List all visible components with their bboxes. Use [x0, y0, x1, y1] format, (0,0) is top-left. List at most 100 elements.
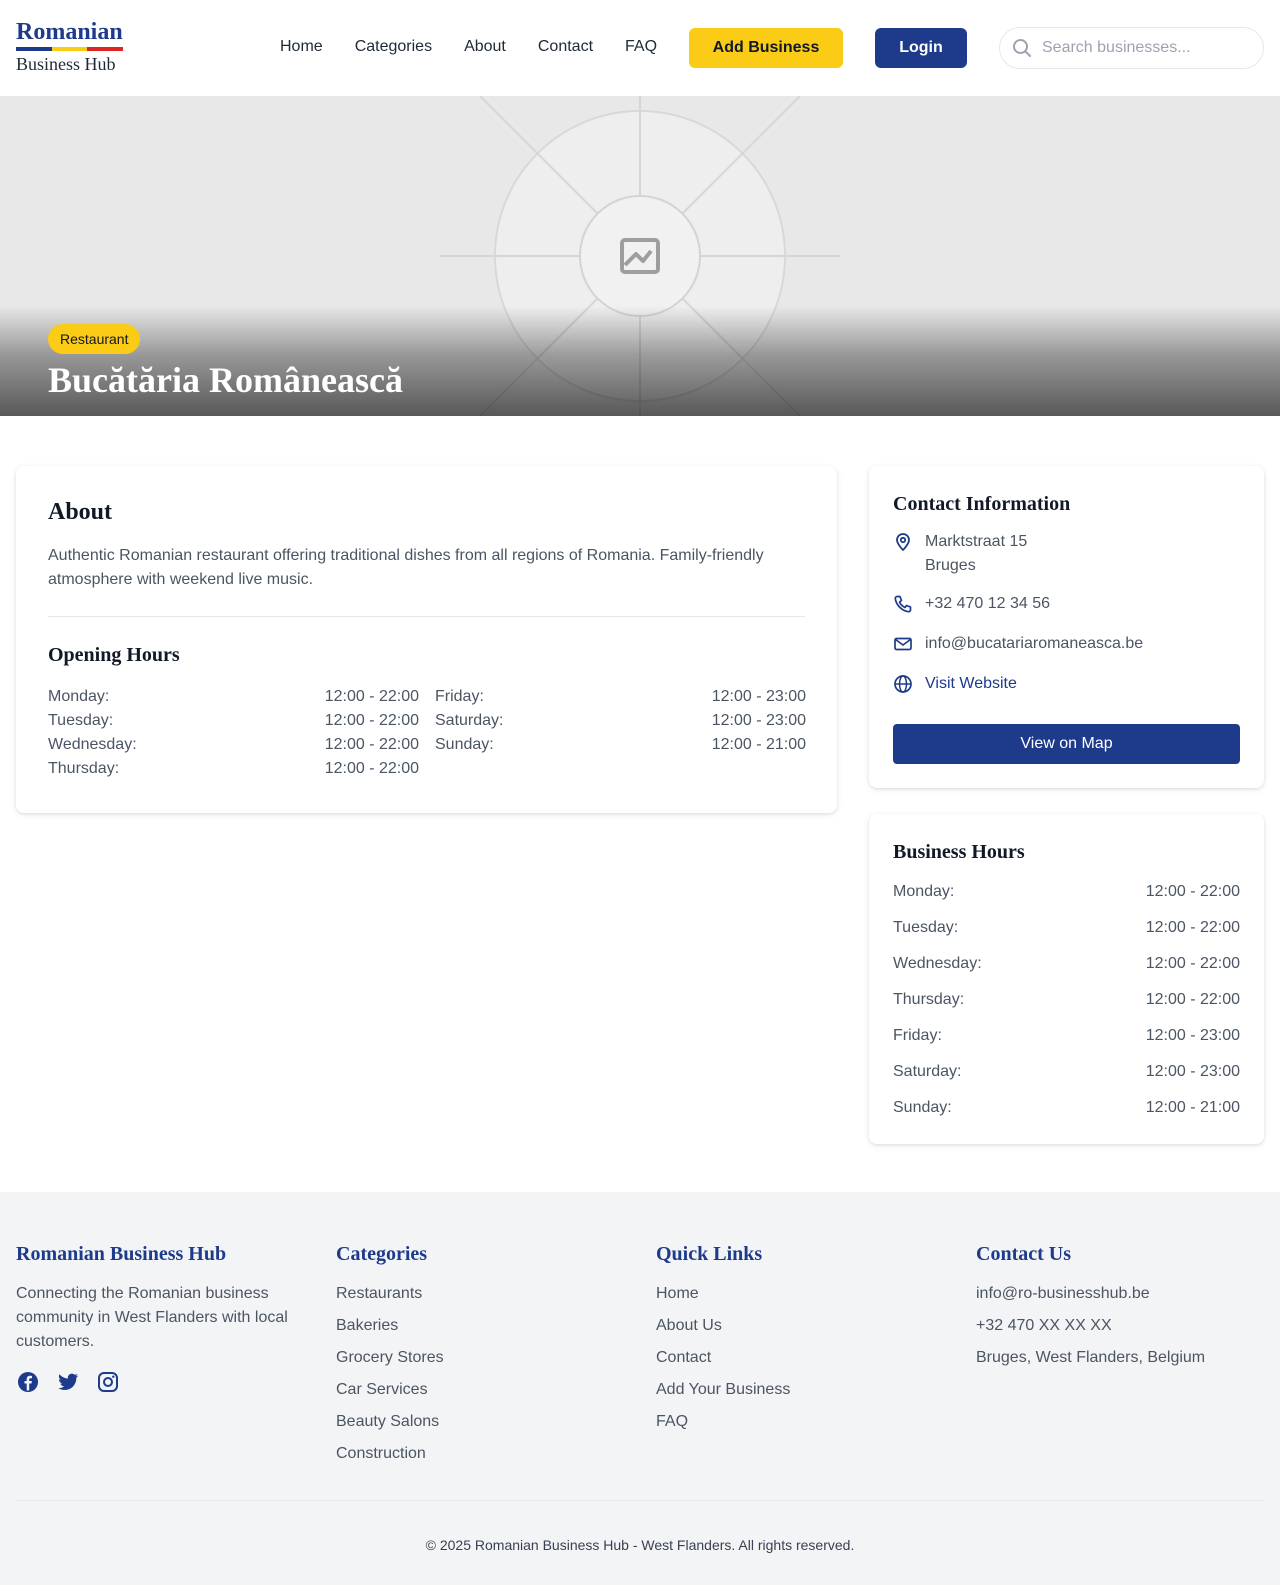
search-input[interactable]: [1042, 39, 1252, 57]
email-item[interactable]: info@bucatariaromaneasca.be: [893, 632, 1143, 656]
day-label: Friday:: [435, 688, 484, 705]
time-value: 12:00 - 23:00: [711, 688, 806, 705]
main-nav: Home Categories About Contact FAQ: [280, 37, 657, 57]
time-value: 12:00 - 22:00: [1145, 955, 1240, 972]
footer-brand: Romanian Business Hub Connecting the Rom…: [16, 1242, 306, 1394]
phone-icon: [893, 594, 913, 614]
website-link[interactable]: Visit Website: [925, 672, 1017, 696]
copyright-text: © 2025 Romanian Business Hub - West Flan…: [425, 1537, 855, 1553]
site-header: Romanian Business Hub Home Categories Ab…: [0, 0, 1280, 96]
about-card: About Authentic Romanian restaurant offe…: [16, 466, 837, 813]
footer-contact-title: Contact Us: [976, 1243, 1071, 1265]
opening-hours-left: Monday: 12:00 - 22:00 Tuesday: 12:00 - 22:…: [48, 685, 419, 781]
opening-hours-grid: Monday: 12:00 - 22:00 Tuesday: 12:00 - 22:…: [48, 685, 806, 781]
search-box[interactable]: [999, 27, 1264, 69]
day-label: Monday:: [893, 883, 955, 900]
footer-link[interactable]: Restaurants: [336, 1282, 444, 1314]
time-value: 12:00 - 22:00: [324, 736, 419, 753]
logo[interactable]: Romanian Business Hub: [16, 18, 126, 75]
phone-item[interactable]: +32 470 12 34 56: [893, 592, 1050, 616]
hours-row: Thursday: 12:00 - 22:00: [48, 757, 419, 781]
opening-hours-title: Opening Hours: [48, 644, 180, 666]
nav-home[interactable]: Home: [280, 37, 323, 57]
footer-divider: [16, 1500, 1264, 1501]
hours-row: Wednesday: 12:00 - 22:00: [48, 733, 419, 757]
hours-row: Monday: 12:00 - 22:00: [893, 880, 1240, 916]
address-city: Bruges: [925, 557, 976, 574]
day-label: Monday:: [48, 688, 110, 705]
footer-link[interactable]: Add Your Business: [656, 1378, 790, 1410]
search-icon: [1012, 38, 1032, 58]
instagram-icon[interactable]: [96, 1370, 120, 1394]
flag-bar: [16, 47, 124, 51]
footer-contact: Contact Us info@ro-businesshub.be +32 47…: [976, 1242, 1205, 1378]
social-links: [16, 1370, 306, 1394]
hours-row: Thursday: 12:00 - 22:00: [893, 988, 1240, 1024]
time-value: 12:00 - 22:00: [324, 760, 419, 777]
day-label: Friday:: [893, 1027, 942, 1044]
hours-row: Monday: 12:00 - 22:00: [48, 685, 419, 709]
footer-link[interactable]: Beauty Salons: [336, 1410, 444, 1442]
day-label: Thursday:: [48, 760, 120, 777]
contact-card: Contact Information Marktstraat 15 Bruge…: [869, 466, 1264, 788]
map-pin-icon: [893, 532, 913, 552]
business-hours-title: Business Hours: [893, 841, 1025, 863]
day-label: Saturday:: [435, 712, 504, 729]
footer-link[interactable]: Construction: [336, 1442, 444, 1474]
logo-subtitle: Business Hub: [16, 54, 116, 74]
hours-row: Friday: 12:00 - 23:00: [893, 1024, 1240, 1060]
hours-row: Sunday: 12:00 - 21:00: [893, 1096, 1240, 1132]
time-value: 12:00 - 22:00: [1145, 883, 1240, 900]
phone-number: +32 470 12 34 56: [925, 595, 1051, 612]
address-item: Marktstraat 15 Bruges: [893, 530, 1027, 578]
twitter-icon[interactable]: [56, 1370, 80, 1394]
footer-link[interactable]: Car Services: [336, 1378, 444, 1410]
add-business-button[interactable]: Add Business: [689, 28, 843, 68]
footer-link[interactable]: Contact: [656, 1346, 790, 1378]
site-footer: Romanian Business Hub Connecting the Rom…: [0, 1192, 1280, 1585]
contact-title: Contact Information: [893, 493, 1071, 515]
hours-row: Sunday: 12:00 - 21:00: [435, 733, 806, 757]
day-label: Wednesday:: [893, 955, 982, 972]
nav-about[interactable]: About: [464, 37, 506, 57]
footer-link[interactable]: About Us: [656, 1314, 790, 1346]
footer-link[interactable]: Home: [656, 1282, 790, 1314]
nav-contact[interactable]: Contact: [538, 37, 593, 57]
time-value: 12:00 - 23:00: [1145, 1063, 1240, 1080]
footer-link[interactable]: Grocery Stores: [336, 1346, 444, 1378]
time-value: 12:00 - 23:00: [711, 712, 806, 729]
nav-categories[interactable]: Categories: [355, 37, 432, 57]
divider: [48, 616, 805, 617]
footer-link[interactable]: Bakeries: [336, 1314, 444, 1346]
globe-icon: [893, 674, 913, 694]
day-label: Thursday:: [893, 991, 965, 1008]
mail-icon: [893, 634, 913, 654]
view-on-map-button[interactable]: View on Map: [893, 724, 1240, 764]
time-value: 12:00 - 22:00: [324, 712, 419, 729]
hours-row: Tuesday: 12:00 - 22:00: [893, 916, 1240, 952]
time-value: 12:00 - 23:00: [1145, 1027, 1240, 1044]
day-label: Wednesday:: [48, 736, 137, 753]
footer-email[interactable]: info@ro-businesshub.be: [976, 1282, 1205, 1314]
time-value: 12:00 - 22:00: [1145, 991, 1240, 1008]
image-placeholder-icon: [619, 235, 661, 277]
footer-link[interactable]: FAQ: [656, 1410, 790, 1442]
footer-quick-title: Quick Links: [656, 1243, 763, 1265]
day-label: Tuesday:: [893, 919, 959, 936]
footer-brand-title: Romanian Business Hub: [16, 1243, 227, 1265]
facebook-icon[interactable]: [16, 1370, 40, 1394]
login-button[interactable]: Login: [875, 28, 967, 68]
time-value: 12:00 - 21:00: [1145, 1099, 1240, 1116]
nav-faq[interactable]: FAQ: [625, 37, 657, 57]
business-hours-card: Business Hours Monday: 12:00 - 22:00 Tues…: [869, 814, 1264, 1144]
address-street: Marktstraat 15: [925, 533, 1028, 550]
about-description: Authentic Romanian restaurant offering t…: [48, 547, 764, 588]
time-value: 12:00 - 22:00: [324, 688, 419, 705]
footer-categories-title: Categories: [336, 1243, 428, 1265]
website-item[interactable]: Visit Website: [893, 672, 1017, 696]
business-title: Bucătăria Românească: [48, 360, 403, 400]
hours-row: Saturday: 12:00 - 23:00: [435, 709, 806, 733]
footer-phone[interactable]: +32 470 XX XX XX: [976, 1314, 1205, 1346]
email-address: info@bucatariaromaneasca.be: [925, 635, 1144, 652]
footer-quick-links: Quick Links Home About Us Contact Add Yo…: [656, 1242, 790, 1442]
